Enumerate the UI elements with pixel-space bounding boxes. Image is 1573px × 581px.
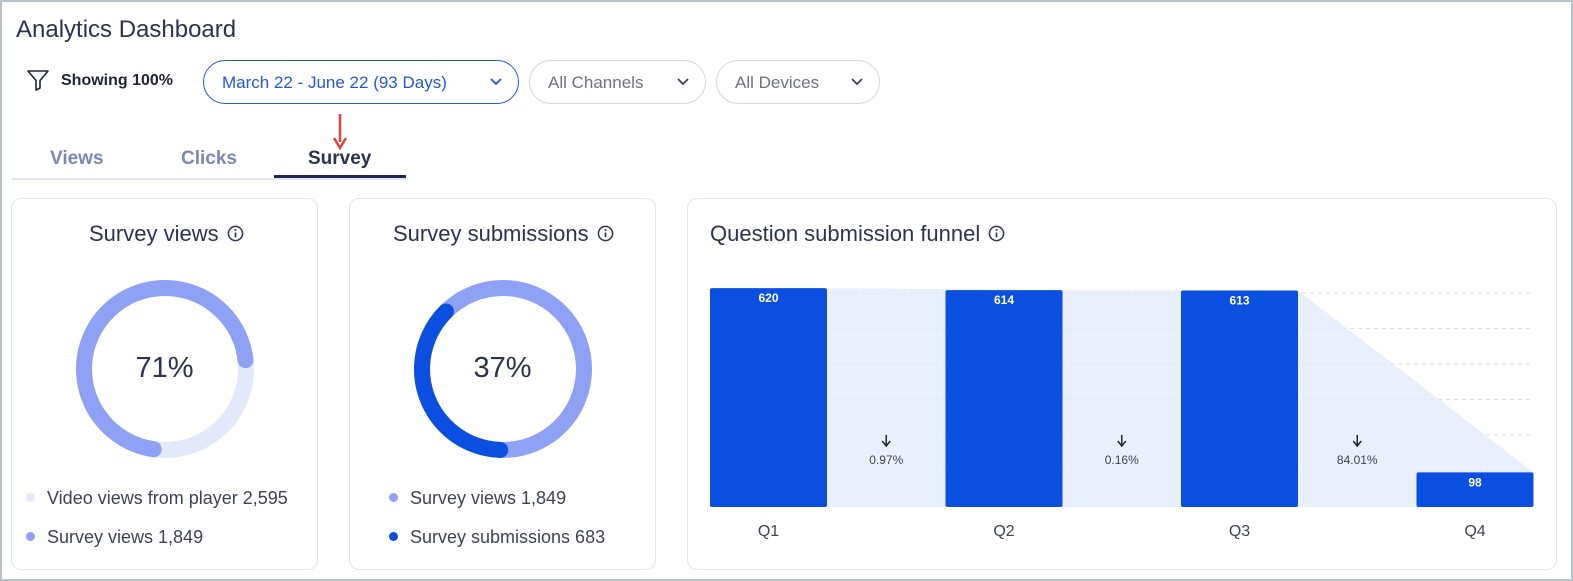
data-label: 620 — [758, 291, 778, 305]
legend-label: Survey views 1,849 — [410, 488, 567, 508]
tab-bar: Views Clicks Survey — [12, 140, 406, 180]
data-label: 613 — [1229, 294, 1249, 308]
survey-views-card: Survey views 71% Video views from player… — [11, 198, 318, 570]
tab-views[interactable]: Views — [50, 148, 104, 170]
active-tab-indicator — [274, 175, 406, 178]
legend-dot — [26, 492, 35, 502]
devices-label: All Devices — [735, 73, 820, 92]
date-range-label: March 22 - June 22 (93 Days) — [222, 73, 447, 92]
legend-item: Survey views 1,849 — [389, 488, 566, 509]
tab-survey[interactable]: Survey — [308, 148, 371, 170]
legend-dot — [389, 531, 398, 541]
chevron-down-icon — [851, 78, 863, 86]
dropoff-label: 0.97% — [869, 453, 903, 467]
devices-dropdown[interactable]: All Devices — [716, 60, 880, 104]
funnel-card: Question submission funnel 620 Q1 614 Q2 613… — [687, 198, 1557, 570]
bar-q2[interactable] — [945, 290, 1063, 507]
data-label: 98 — [1468, 475, 1482, 489]
channels-dropdown[interactable]: All Channels — [529, 60, 706, 104]
showing-percentage: Showing 100% — [61, 72, 174, 89]
page-title: Analytics Dashboard — [16, 16, 237, 43]
legend-dot — [26, 531, 35, 541]
date-range-dropdown[interactable]: March 22 - June 22 (93 Days) — [203, 60, 519, 104]
x-tick-label: Q4 — [1464, 523, 1485, 540]
dropoff-label: 0.16% — [1105, 453, 1139, 467]
chevron-down-icon — [490, 78, 502, 86]
bar-q3[interactable] — [1181, 290, 1298, 507]
x-tick-label: Q3 — [1229, 523, 1250, 540]
legend-dot — [389, 492, 398, 502]
tab-clicks[interactable]: Clicks — [181, 148, 237, 170]
data-label: 614 — [994, 293, 1014, 307]
survey-submissions-card: Survey submissions 37% Survey views 1,84… — [349, 198, 656, 570]
legend-item: Video views from player 2,595 — [26, 488, 288, 509]
legend-label: Survey views 1,849 — [47, 527, 204, 547]
channels-label: All Channels — [548, 73, 644, 92]
survey-views-title: Survey views — [89, 221, 244, 247]
funnel-chart: 620 Q1 614 Q2 613 Q3 98 Q4 0.97% 0.16% 84.01% — [710, 288, 1534, 540]
info-icon[interactable] — [597, 225, 614, 242]
x-tick-label: Q1 — [758, 523, 779, 540]
x-tick-label: Q2 — [993, 523, 1014, 540]
survey-views-title-text: Survey views — [89, 221, 219, 246]
filter-bar: Showing 100% March 22 - June 22 (93 Days… — [26, 60, 906, 104]
survey-submissions-percent: 37% — [473, 352, 532, 384]
legend-item: Survey submissions 683 — [389, 527, 605, 548]
legend-label: Survey submissions 683 — [410, 527, 606, 547]
survey-views-percent: 71% — [135, 352, 194, 384]
legend-item: Survey views 1,849 — [26, 527, 203, 548]
survey-submissions-title-text: Survey submissions — [393, 221, 589, 246]
bar-q1[interactable] — [710, 288, 827, 507]
filter-icon[interactable] — [26, 68, 50, 92]
legend-label: Video views from player 2,595 — [47, 488, 288, 508]
dropoff-label: 84.01% — [1337, 453, 1378, 467]
info-icon[interactable] — [227, 225, 244, 242]
survey-submissions-title: Survey submissions — [393, 221, 614, 247]
chevron-down-icon — [677, 78, 689, 86]
